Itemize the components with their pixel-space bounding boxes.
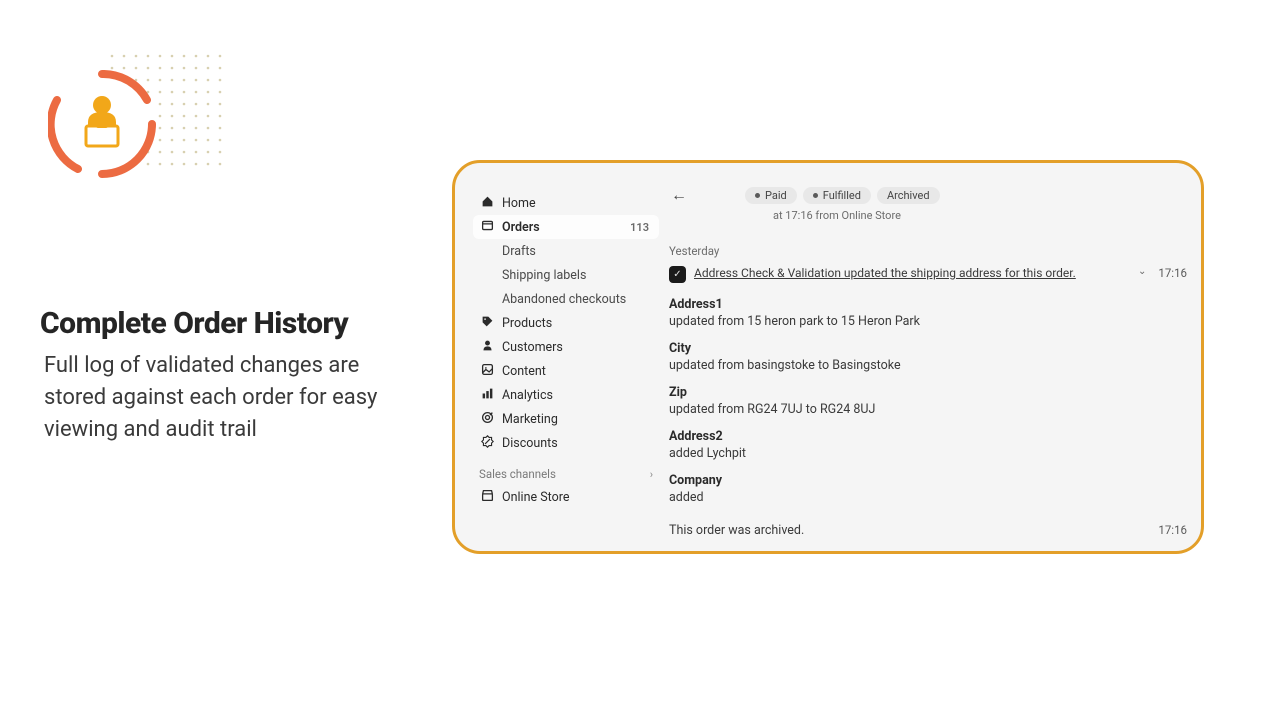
person-icon <box>479 339 495 355</box>
status-badge-archived: Archived <box>877 187 940 204</box>
sidebar-section-sales-channels: Sales channels › <box>473 467 659 481</box>
sidebar-item-label: Products <box>502 316 653 331</box>
dot-icon <box>755 193 760 198</box>
sidebar-item-discounts[interactable]: Discounts <box>473 431 659 455</box>
app-frame: Home Orders 113 Drafts Shipping labels A… <box>452 160 1204 554</box>
sidebar-item-label: Online Store <box>502 490 653 505</box>
archived-time: 17:16 <box>1158 523 1187 538</box>
status-badge-paid: Paid <box>745 187 797 204</box>
orders-count-badge: 113 <box>630 221 653 234</box>
chevron-down-icon[interactable]: ⌄ <box>1138 266 1146 277</box>
sidebar-item-analytics[interactable]: Analytics <box>473 383 659 407</box>
sidebar-subitem-abandoned-checkouts[interactable]: Abandoned checkouts <box>473 287 659 311</box>
sidebar-subitem-shipping-labels[interactable]: Shipping labels <box>473 263 659 287</box>
sidebar-item-label: Analytics <box>502 388 653 403</box>
sidebar-item-label: Orders <box>502 220 630 235</box>
marketing-headline: Complete Order History <box>40 306 348 341</box>
back-button[interactable]: ← <box>671 185 689 205</box>
archived-text: This order was archived. <box>669 523 804 538</box>
change-field: Address2 added Lychpit <box>669 429 1187 461</box>
timeline-day-label: Yesterday <box>669 244 1187 258</box>
change-field-label: Zip <box>669 385 1187 400</box>
analytics-icon <box>479 387 495 403</box>
sidebar-item-label: Content <box>502 364 653 379</box>
chevron-right-icon[interactable]: › <box>650 468 653 481</box>
change-field-desc: updated from basingstoke to Basingstoke <box>669 358 1187 373</box>
status-badge-fulfilled: Fulfilled <box>803 187 871 204</box>
order-source-line: at 17:16 from Online Store <box>773 209 1187 222</box>
status-label: Fulfilled <box>823 189 861 202</box>
marketing-subtext: Full log of validated changes are stored… <box>44 350 414 446</box>
change-field-label: Address2 <box>669 429 1187 444</box>
order-detail: ← Paid Fulfilled Archived at 17:16 from … <box>669 185 1187 537</box>
orders-icon <box>479 219 495 235</box>
dot-icon <box>813 193 818 198</box>
change-field: Company added <box>669 473 1187 505</box>
discount-icon <box>479 435 495 451</box>
status-label: Archived <box>887 189 930 202</box>
sidebar-item-online-store[interactable]: Online Store <box>473 485 659 509</box>
change-field-desc: updated from RG24 7UJ to RG24 8UJ <box>669 402 1187 417</box>
tag-icon <box>479 315 495 331</box>
change-field-desc: added <box>669 490 1187 505</box>
change-field-desc: updated from 15 heron park to 15 Heron P… <box>669 314 1187 329</box>
sidebar: Home Orders 113 Drafts Shipping labels A… <box>473 191 659 509</box>
sidebar-item-customers[interactable]: Customers <box>473 335 659 359</box>
store-icon <box>479 489 495 505</box>
marketing-icon <box>479 411 495 427</box>
timeline-entry-archived: This order was archived. 17:16 <box>669 523 1187 538</box>
sidebar-item-orders[interactable]: Orders 113 <box>473 215 659 239</box>
content-icon <box>479 363 495 379</box>
sidebar-subitem-drafts[interactable]: Drafts <box>473 239 659 263</box>
change-field-label: Address1 <box>669 297 1187 312</box>
change-field: City updated from basingstoke to Basings… <box>669 341 1187 373</box>
sidebar-item-marketing[interactable]: Marketing <box>473 407 659 431</box>
change-list: Address1 updated from 15 heron park to 1… <box>669 297 1187 505</box>
change-field-desc: added Lychpit <box>669 446 1187 461</box>
sidebar-item-content[interactable]: Content <box>473 359 659 383</box>
change-field-label: Company <box>669 473 1187 488</box>
timeline-entry-time: 17:16 <box>1158 266 1187 280</box>
sidebar-item-products[interactable]: Products <box>473 311 659 335</box>
status-label: Paid <box>765 189 787 202</box>
change-field: Zip updated from RG24 7UJ to RG24 8UJ <box>669 385 1187 417</box>
sidebar-section-label: Sales channels <box>479 467 556 481</box>
timeline-entry[interactable]: ✓ Address Check & Validation updated the… <box>669 266 1187 283</box>
sidebar-item-label: Customers <box>502 340 653 355</box>
timeline-entry-text: Address Check & Validation updated the s… <box>694 266 1134 280</box>
sidebar-item-label: Discounts <box>502 436 653 451</box>
logo-area <box>48 62 188 182</box>
logo-icon <box>48 70 156 178</box>
change-field: Address1 updated from 15 heron park to 1… <box>669 297 1187 329</box>
sidebar-item-label: Home <box>502 196 653 211</box>
change-field-label: City <box>669 341 1187 356</box>
sidebar-item-home[interactable]: Home <box>473 191 659 215</box>
status-pills: Paid Fulfilled Archived <box>745 187 940 204</box>
home-icon <box>479 195 495 211</box>
app-icon: ✓ <box>669 266 686 283</box>
sidebar-item-label: Marketing <box>502 412 653 427</box>
